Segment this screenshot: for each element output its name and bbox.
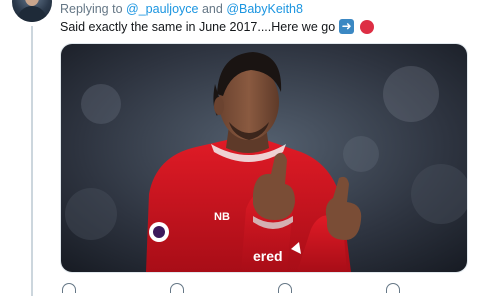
tweet-text: Said exactly the same in June 2017....He… [60, 19, 336, 34]
replying-conjunction: and [201, 2, 223, 16]
thread-line [31, 26, 33, 296]
reply-icon[interactable] [62, 283, 76, 293]
red-circle-icon [360, 19, 375, 34]
tweet-text-line: Said exactly the same in June 2017....He… [60, 19, 375, 34]
share-icon[interactable] [386, 283, 400, 293]
tweet-photo[interactable]: NB ered [60, 43, 468, 273]
mention-link-1[interactable]: @_pauljoyce [126, 2, 198, 16]
replying-to-line: Replying to @_pauljoyce and @BabyKeith8 [60, 2, 303, 16]
right-arrow-icon: ➜ [339, 19, 355, 34]
tweet-action-bar [60, 283, 460, 293]
mention-link-2[interactable]: @BabyKeith8 [226, 2, 303, 16]
replying-prefix: Replying to [60, 2, 123, 16]
avatar-shoulders [17, 6, 47, 22]
like-icon[interactable] [278, 283, 292, 293]
shirt-sponsor-text: ered [253, 248, 283, 264]
avatar[interactable] [12, 0, 52, 22]
player-photo-illustration: NB ered [61, 44, 467, 272]
retweet-icon[interactable] [170, 283, 184, 293]
sleeve-logo-text: NB [214, 211, 230, 223]
